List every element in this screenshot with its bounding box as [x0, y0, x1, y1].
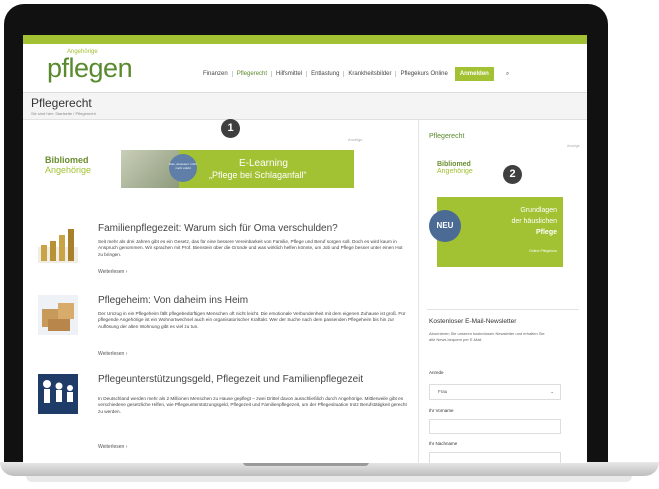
page-title-bar: Pflegerecht Sie sind hier: Startseite / …	[23, 93, 587, 120]
article-title[interactable]: Pflegeunterstützungsgeld, Pflegezeit und…	[98, 374, 408, 385]
nav-item-krankheitsbilder[interactable]: Krankheitsbilder	[344, 71, 397, 77]
callout-badge-2: 2	[503, 165, 522, 184]
page-title: Pflegerecht	[31, 96, 92, 110]
article-item: Pflegeheim: Von daheim ins Heim Der Umzu…	[38, 295, 408, 365]
elearning-banner[interactable]: Das „Anwesen“ nicht mehr erlebt E-Learni…	[121, 150, 354, 188]
article-item: Pflegeunterstützungsgeld, Pflegezeit und…	[38, 374, 408, 459]
sidebar-course-ad[interactable]: NEU Grundlagen der häuslichen Pflege Onl…	[429, 197, 563, 267]
nav-item-pflegekurs[interactable]: Pflegekurs Online	[396, 71, 451, 77]
nav-item-pflegerecht[interactable]: Pflegerecht	[233, 71, 273, 77]
banner-headline: E-Learning	[239, 158, 288, 169]
bibliomed-logo-subtext: Angehörige	[45, 165, 92, 175]
anrede-select[interactable]: Frau ⌄	[429, 384, 561, 400]
sidebar-ad-label: Anzeige	[567, 144, 580, 148]
anrede-value: Frau	[438, 389, 448, 394]
sidebar-logo-text: Bibliomed	[437, 161, 471, 168]
sidebar-bibliomed-logo: Bibliomed Angehörige	[437, 161, 473, 175]
newsletter-title: Kostenloser E-Mail-Newsletter	[429, 318, 517, 325]
sidebar: Pflegerecht Anzeige Bibliomed Angehörige…	[418, 119, 587, 463]
anrede-label: Anrede	[429, 370, 444, 375]
main-content: 1 Anzeige Bibliomed Angehörige Das „Anwe…	[23, 119, 416, 463]
new-badge: NEU	[429, 210, 461, 242]
callout-badge-1: 1	[221, 119, 240, 138]
read-more-link[interactable]: Weiterlesen ›	[98, 444, 127, 450]
article-item: Familienpflegezeit: Warum sich für Oma v…	[38, 223, 408, 283]
nachname-label: Ihr Nachname	[429, 441, 458, 446]
top-accent-bar	[23, 35, 587, 44]
newsletter-text: Abonnieren Sie unseren kostenlosen Newsl…	[429, 331, 545, 342]
ad-line-3: Pflege	[535, 229, 557, 236]
browser-screen: Angehörige pflegen Finanzen Pflegerecht …	[23, 35, 587, 463]
ad-line-2: der häuslichen	[511, 218, 557, 225]
banner-subline: „Pflege bei Schlaganfall“	[209, 170, 307, 180]
vorname-label: Ihr Vorname	[429, 408, 454, 413]
login-button[interactable]: Anmelden	[454, 67, 494, 81]
nav-item-hilfsmittel[interactable]: Hilfsmittel	[272, 71, 308, 77]
nachname-field[interactable]	[429, 452, 561, 463]
sidebar-logo-subtext: Angehörige	[437, 168, 473, 175]
vorname-field[interactable]	[429, 419, 561, 434]
site-header: Angehörige pflegen Finanzen Pflegerecht …	[23, 44, 587, 93]
banner-circle-badge: Das „Anwesen“ nicht mehr erlebt	[169, 154, 197, 182]
site-logo[interactable]: pflegen	[47, 53, 133, 84]
search-icon[interactable]: ⌕	[502, 71, 513, 78]
breadcrumb: Sie sind hier: Startseite / Pflegerecht	[31, 111, 96, 116]
sidebar-title: Pflegerecht	[429, 133, 465, 140]
article-title[interactable]: Pflegeheim: Von daheim ins Heim	[98, 295, 408, 306]
read-more-link[interactable]: Weiterlesen ›	[98, 269, 127, 275]
article-thumbnail-coins[interactable]	[38, 223, 78, 263]
article-excerpt: Der Umzug in ein Pflegeheim fällt pflege…	[98, 311, 406, 329]
ad-line-1: Grundlagen	[520, 207, 557, 214]
article-thumbnail-family[interactable]	[38, 374, 78, 414]
chevron-down-icon: ⌄	[550, 389, 554, 394]
sidebar-ad-headline: Grundlagen der häuslichen Pflege	[511, 205, 557, 238]
article-excerpt: In Deutschland werden mehr als 2 Million…	[98, 396, 407, 414]
banner-circle-text: Das „Anwesen“ nicht mehr erlebt	[169, 162, 197, 170]
ad-label: Anzeige	[348, 137, 363, 142]
read-more-link[interactable]: Weiterlesen ›	[98, 351, 127, 357]
laptop-shadow	[26, 476, 632, 482]
main-nav: Finanzen Pflegerecht Hilfsmittel Entlast…	[199, 67, 513, 81]
bibliomed-logo: Bibliomed Angehörige	[45, 155, 105, 175]
article-excerpt: Seit mehr als drei Jahren gibt es ein Ge…	[98, 239, 403, 257]
bibliomed-logo-text: Bibliomed	[45, 155, 89, 165]
nav-item-finanzen[interactable]: Finanzen	[199, 71, 233, 77]
nav-item-entlastung[interactable]: Entlastung	[307, 71, 345, 77]
article-thumbnail-boxes[interactable]	[38, 295, 78, 335]
sidebar-ad-small: Online-Pflegekurs	[529, 249, 557, 253]
article-title[interactable]: Familienpflegezeit: Warum sich für Oma v…	[98, 223, 408, 234]
divider	[427, 309, 579, 310]
